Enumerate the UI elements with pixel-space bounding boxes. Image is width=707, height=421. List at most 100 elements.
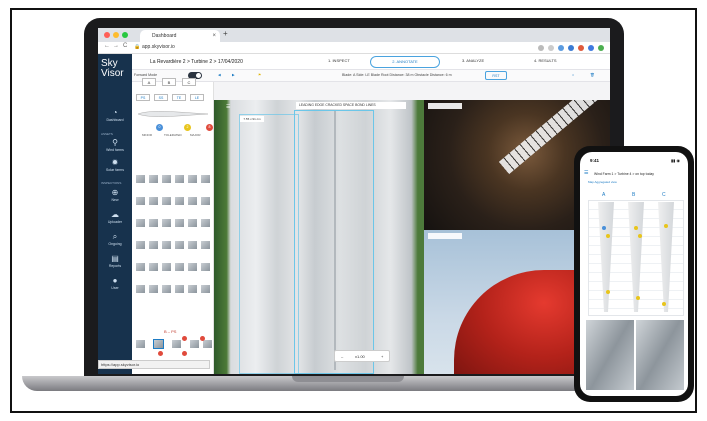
- extension-icon[interactable]: [578, 45, 584, 51]
- defect-tag[interactable]: LEADING EDGE CRACKED SPACE BOND LINES: [296, 102, 406, 109]
- thumbnail[interactable]: [161, 240, 172, 250]
- thumbnail[interactable]: [148, 284, 159, 294]
- blade-a-button[interactable]: A: [142, 78, 156, 86]
- thumbnail[interactable]: [187, 218, 198, 228]
- zoom-in-button[interactable]: +: [381, 351, 383, 362]
- breadcrumb[interactable]: La Revardière 2 > Turbine 2 > 17/04/2020: [150, 59, 243, 65]
- defect-dot[interactable]: [602, 226, 606, 230]
- thumbnail[interactable]: [200, 196, 211, 206]
- thumbnail[interactable]: [135, 339, 146, 349]
- minor-count-badge[interactable]: 0: [156, 124, 163, 131]
- bookmark-icon[interactable]: [558, 45, 564, 51]
- defect-dot[interactable]: [664, 224, 668, 228]
- sidebar-item-solar-farms[interactable]: ✹ Solar farms: [98, 158, 132, 180]
- sidebar-item-uploader[interactable]: ☁ Uploader: [98, 210, 132, 232]
- side-le-button[interactable]: LE: [190, 94, 204, 101]
- sidebar-item-dashboard[interactable]: ◔ Dashboard: [98, 108, 132, 130]
- forward-icon[interactable]: →: [113, 43, 119, 49]
- defect-marker[interactable]: [158, 351, 163, 356]
- annotation-box-selected[interactable]: [294, 110, 374, 374]
- share-icon[interactable]: [548, 45, 554, 51]
- delete-icon[interactable]: 🗑: [590, 73, 595, 77]
- defect-marker[interactable]: [200, 336, 205, 341]
- profile-avatar[interactable]: [598, 45, 604, 51]
- thumbnail[interactable]: [187, 174, 198, 184]
- thumbnail[interactable]: [189, 339, 200, 349]
- thumbnail[interactable]: [174, 174, 185, 184]
- thumbnail[interactable]: [161, 174, 172, 184]
- phone-photo[interactable]: [586, 320, 634, 390]
- browser-tab[interactable]: Dashboard ×: [140, 30, 220, 42]
- thumbnail[interactable]: [161, 196, 172, 206]
- url-field[interactable]: app.skyvisor.io: [142, 44, 175, 50]
- sidebar-item-wind-farms[interactable]: ⚲ Wind farms: [98, 138, 132, 160]
- defect-dot[interactable]: [634, 226, 638, 230]
- step-annotate[interactable]: 2. ANNOTATE: [370, 56, 440, 68]
- thumbnail[interactable]: [200, 240, 211, 250]
- defect-dot[interactable]: [638, 234, 642, 238]
- blade-c-button[interactable]: C: [182, 78, 196, 86]
- thumbnail[interactable]: [135, 196, 146, 206]
- thumbnail[interactable]: [148, 262, 159, 272]
- thumbnail[interactable]: [174, 284, 185, 294]
- annotation-box[interactable]: [239, 114, 299, 374]
- tolerated-count-badge[interactable]: 2: [184, 124, 191, 131]
- sidebar-item-reports[interactable]: ▤ Reports: [98, 254, 132, 276]
- thumbnail[interactable]: [148, 218, 159, 228]
- thumbnail[interactable]: [187, 196, 198, 206]
- thumbnail[interactable]: [174, 196, 185, 206]
- thumbnail[interactable]: [187, 284, 198, 294]
- extension-icon[interactable]: [568, 45, 574, 51]
- extension-icon[interactable]: [588, 45, 594, 51]
- thumbnail[interactable]: [135, 262, 146, 272]
- side-ss-button[interactable]: SS: [154, 94, 168, 101]
- phone-blade-c[interactable]: C: [662, 192, 666, 198]
- reset-button[interactable]: RST: [485, 71, 507, 80]
- thumbnail[interactable]: [148, 196, 159, 206]
- sidebar-item-user[interactable]: ● User: [98, 276, 132, 298]
- flag-icon[interactable]: ⚑: [258, 73, 261, 77]
- menu-icon[interactable]: ☰: [584, 170, 588, 176]
- defect-marker[interactable]: [182, 336, 187, 341]
- step-results[interactable]: 4. RESULTS: [534, 58, 557, 63]
- side-te-button[interactable]: TE: [172, 94, 186, 101]
- defect-marker[interactable]: [182, 351, 187, 356]
- thumbnail[interactable]: [148, 240, 159, 250]
- major-count-badge[interactable]: 8: [206, 124, 213, 131]
- blade-b-button[interactable]: B: [162, 78, 176, 86]
- step-analyze[interactable]: 3. ANALYZE: [462, 58, 484, 63]
- thumbnail[interactable]: [174, 218, 185, 228]
- thumbnail[interactable]: [135, 240, 146, 250]
- phone-tabs[interactable]: Map Aggregated view: [588, 180, 617, 184]
- reload-icon[interactable]: C: [123, 43, 127, 49]
- thumbnail-selected[interactable]: [153, 339, 164, 349]
- thumbnail[interactable]: [200, 284, 211, 294]
- prev-arrow-icon[interactable]: ◀: [218, 73, 221, 77]
- defect-dot[interactable]: [662, 302, 666, 306]
- thumbnail[interactable]: [148, 174, 159, 184]
- tab-close-icon[interactable]: ×: [212, 30, 216, 42]
- phone-blade-a[interactable]: A: [602, 192, 605, 198]
- thumbnail[interactable]: [200, 262, 211, 272]
- defect-dot[interactable]: [606, 234, 610, 238]
- sidebar-item-new[interactable]: ⊕ New: [98, 188, 132, 210]
- thumbnail[interactable]: [187, 240, 198, 250]
- step-inspect[interactable]: 1. INSPECT: [328, 58, 350, 63]
- minimize-window-icon[interactable]: [113, 32, 119, 38]
- home-icon[interactable]: ⌂: [572, 73, 574, 77]
- thumbnail[interactable]: [161, 284, 172, 294]
- thumbnail[interactable]: [174, 262, 185, 272]
- zoom-out-button[interactable]: –: [341, 351, 343, 362]
- close-window-icon[interactable]: [104, 32, 110, 38]
- defect-dot[interactable]: [636, 296, 640, 300]
- thumbnail[interactable]: [135, 174, 146, 184]
- sidebar-item-ongoing[interactable]: ⌕ Ongoing: [98, 232, 132, 254]
- thumbnail[interactable]: [187, 262, 198, 272]
- thumbnail[interactable]: [135, 218, 146, 228]
- thumbnail[interactable]: [171, 339, 182, 349]
- thumbnail[interactable]: [200, 174, 211, 184]
- defect-dot[interactable]: [606, 290, 610, 294]
- menu-icon[interactable]: ☰: [226, 104, 230, 110]
- thumbnail[interactable]: [174, 240, 185, 250]
- new-tab-button[interactable]: +: [223, 29, 228, 38]
